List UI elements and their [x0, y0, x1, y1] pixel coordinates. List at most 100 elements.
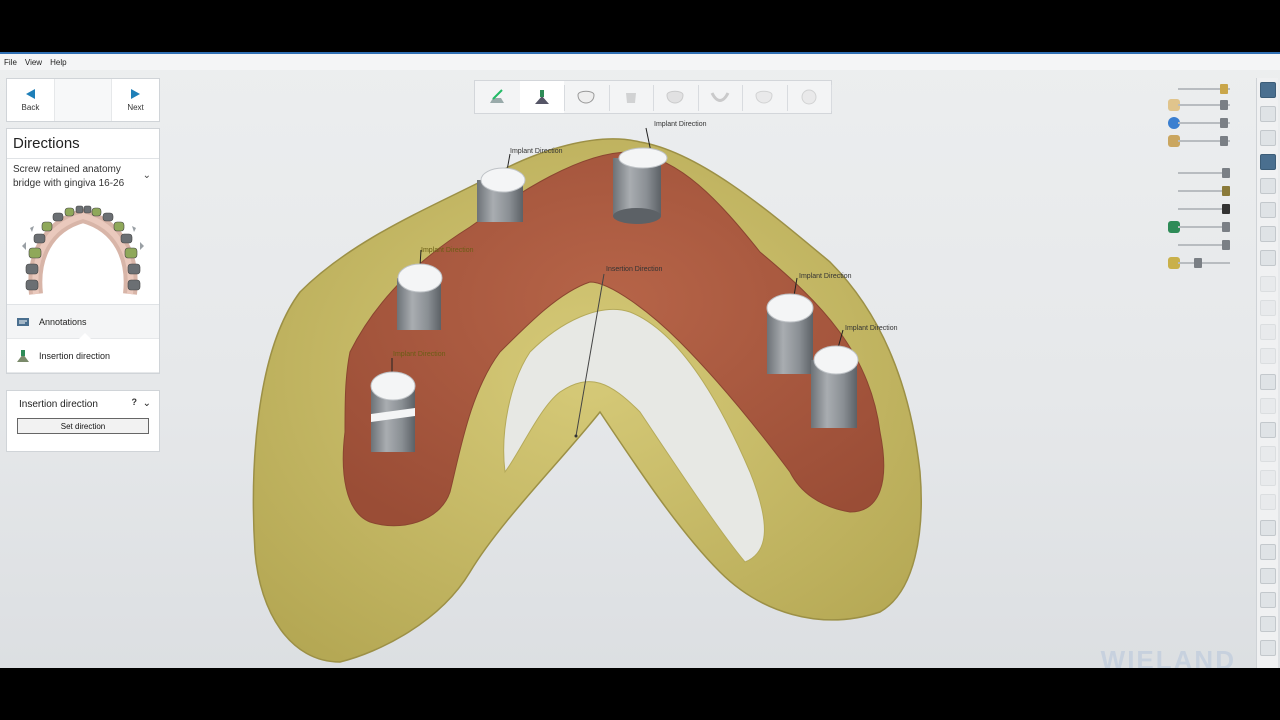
slider-scan[interactable] [1168, 134, 1234, 148]
tool-7-icon[interactable] [1260, 422, 1276, 438]
tool-13-icon[interactable] [1260, 640, 1276, 656]
tool-6-icon[interactable] [1260, 398, 1276, 414]
scan-step-icon [490, 89, 505, 103]
wizard-nav: Back Next [6, 78, 160, 122]
help-icon[interactable]: ? [132, 397, 138, 407]
workflow-toolbar [474, 80, 832, 114]
slider-thumb[interactable] [1222, 168, 1230, 178]
insertion-direction-tool[interactable]: Insertion direction [7, 333, 159, 373]
rotate-view-icon[interactable] [1260, 130, 1276, 146]
tool-9-icon[interactable] [1260, 494, 1276, 510]
tool-1-icon[interactable] [1260, 276, 1276, 292]
step-finish[interactable] [787, 81, 832, 113]
slider-implant-3[interactable] [1168, 202, 1234, 216]
implant-direction-label-4: Implant Direction [393, 351, 446, 358]
crown-step-icon [577, 90, 595, 104]
slider-implant-2[interactable] [1168, 184, 1234, 198]
implant-direction-label-5: Implant Direction [799, 273, 852, 280]
slider-implant-1[interactable] [1168, 166, 1234, 180]
slider-gingiva-mask[interactable] [1168, 220, 1234, 234]
next-button[interactable]: Next [112, 79, 159, 121]
chevron-down-icon[interactable]: ⌄ [143, 398, 151, 409]
implant-direction-label-3: Implant Direction [421, 247, 474, 254]
slider-thumb[interactable] [1222, 240, 1230, 250]
gingiva-step-icon [710, 92, 730, 102]
step-crown[interactable] [564, 81, 609, 113]
right-tool-strip [1256, 78, 1278, 668]
cutback-step-icon [755, 90, 773, 104]
slider-thumb[interactable] [1220, 84, 1228, 94]
insertion-direction-label: Insertion Direction [606, 266, 663, 273]
3d-viewport[interactable]: Insertion Direction Implant Direction Im… [0, 52, 1280, 668]
slider-antagonist[interactable] [1168, 82, 1234, 96]
slider-thumb[interactable] [1220, 136, 1228, 146]
annotations-icon [15, 314, 31, 330]
tool-2-icon[interactable] [1260, 300, 1276, 316]
nav-spacer [53, 79, 113, 121]
cube-icon[interactable] [1260, 568, 1276, 584]
back-button[interactable]: Back [7, 79, 54, 121]
camera-icon[interactable] [1260, 520, 1276, 536]
chevron-down-icon: ⌄ [142, 170, 151, 181]
cylinder-top-6 [813, 345, 859, 375]
step-directions[interactable] [519, 81, 565, 113]
cylinder-top-3 [397, 263, 443, 293]
abutment-step-icon [625, 93, 636, 103]
step-abutment[interactable] [609, 81, 654, 113]
jaw-diagram-icon [22, 205, 144, 295]
slider-thumb[interactable] [1194, 258, 1202, 268]
insertion-direction-tip [574, 434, 578, 438]
cylinder-top-1 [618, 147, 668, 169]
grad-cap-icon[interactable] [1260, 154, 1276, 170]
tool-12-icon[interactable] [1260, 616, 1276, 632]
arrow-right-icon [131, 88, 141, 99]
slider-annotation[interactable] [1168, 256, 1234, 270]
app-window: File View Help Insertion Direction Impla… [0, 52, 1280, 668]
tool-4-icon[interactable] [1260, 348, 1276, 364]
cylinder-top-4 [370, 371, 416, 401]
warning-icon[interactable] [1260, 470, 1276, 486]
subpanel-title: Insertion direction [19, 399, 98, 410]
subpanel-header: Insertion direction ? ⌄ [7, 391, 159, 414]
implant-direction-label-1: Implant Direction [654, 121, 707, 128]
tool-11-icon[interactable] [1260, 592, 1276, 608]
tool-3-icon[interactable] [1260, 324, 1276, 340]
annotations-label: Annotations [39, 316, 87, 327]
case-line-1: Screw retained anatomy [13, 164, 121, 175]
tool-8-icon[interactable] [1260, 446, 1276, 462]
slider-gingiva[interactable] [1168, 116, 1234, 130]
insertion-direction-subpanel: Insertion direction ? ⌄ Set direction [6, 390, 160, 452]
brand-watermark: WIELAND [1100, 645, 1236, 668]
slider-model[interactable] [1168, 98, 1234, 112]
tool-10-icon[interactable] [1260, 544, 1276, 560]
step-cutback[interactable] [742, 81, 787, 113]
slider-thumb[interactable] [1222, 186, 1230, 196]
step-gingiva[interactable] [698, 81, 743, 113]
slider-screw[interactable] [1168, 238, 1234, 252]
slider-thumb[interactable] [1222, 222, 1230, 232]
close-icon[interactable] [1260, 82, 1276, 98]
slider-thumb[interactable] [1222, 204, 1230, 214]
step-scan[interactable] [475, 81, 520, 113]
implant-direction-label-6: Implant Direction [845, 325, 898, 332]
view-right-icon[interactable] [1260, 250, 1276, 266]
tool-5-icon[interactable] [1260, 374, 1276, 390]
tooth-chart[interactable] [7, 195, 159, 305]
slider-thumb[interactable] [1220, 118, 1228, 128]
fit-view-icon[interactable] [1260, 106, 1276, 122]
slider-thumb[interactable] [1220, 100, 1228, 110]
view-left-icon[interactable] [1260, 226, 1276, 242]
panel-title: Directions [7, 129, 159, 159]
back-label: Back [21, 102, 40, 112]
set-direction-button[interactable]: Set direction [17, 418, 149, 434]
step-framework[interactable] [653, 81, 698, 113]
screen-frame: File View Help Insertion Direction Impla… [0, 0, 1280, 720]
view-back-icon[interactable] [1260, 202, 1276, 218]
directions-panel: Directions Screw retained anatomy bridge… [6, 128, 160, 374]
cylinder-top-5 [766, 293, 814, 323]
implant-direction-label-2: Implant Direction [510, 148, 563, 155]
cylinder-bottom-1 [613, 208, 661, 224]
view-front-icon[interactable] [1260, 178, 1276, 194]
case-selector[interactable]: Screw retained anatomy bridge with gingi… [7, 159, 159, 195]
insertion-direction-label: Insertion direction [39, 350, 111, 361]
